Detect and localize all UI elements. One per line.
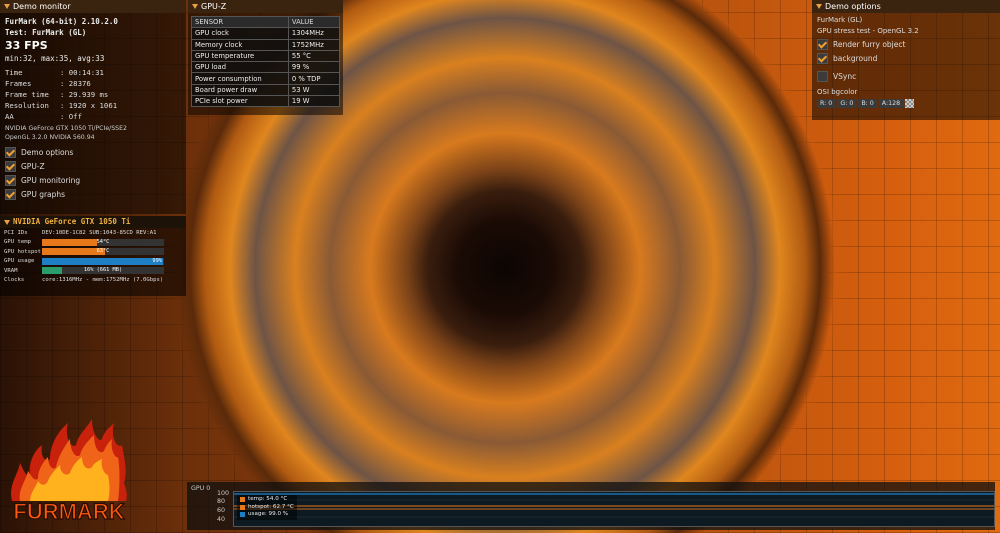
graph-label: GPU 0 — [191, 485, 211, 492]
legend-swatch — [240, 497, 245, 503]
checkmark-icon[interactable] — [5, 160, 16, 172]
checkmark-icon[interactable] — [5, 188, 16, 200]
options-description: GPU stress test - OpenGL 3.2 — [817, 27, 919, 35]
table-row: GPU temperature 55 °C — [191, 49, 341, 63]
legend-item: hotspot: 62.7 °C — [240, 504, 294, 512]
gpu-graphs-checkbox[interactable]: GPU graphs — [5, 187, 181, 201]
demo-options-title[interactable]: Demo options — [812, 0, 1000, 13]
furmark-logo: FURMARK — [6, 405, 132, 529]
gpu-usage-row: GPU usage 99% — [4, 257, 164, 265]
vsync-checkbox[interactable]: VSync — [817, 69, 995, 83]
color-swatch-icon[interactable] — [905, 99, 915, 108]
stat-row: AA: Off — [5, 112, 82, 121]
bgcolor-label: OSI bgcolor — [817, 88, 858, 96]
gpu-hotspot-row: GPU hotspot 63°C — [0, 247, 186, 257]
table-row: GPU clock 1304MHz — [191, 27, 341, 40]
checkmark-icon[interactable] — [817, 52, 828, 64]
graph-legend: temp: 54.0 °C hotspot: 62.7 °C usage: 99… — [237, 495, 297, 520]
table-row: Board power draw 53 W — [191, 83, 341, 97]
vram-bar: 16% (661 MB) — [42, 267, 164, 275]
y-tick-label: 40 — [217, 516, 226, 523]
gpu-z-title[interactable]: GPU-Z — [188, 0, 343, 13]
checkmark-icon[interactable] — [5, 146, 16, 158]
gpu-z-table: SENSOR VALUE GPU clock 1304MHz Memory cloc… — [191, 15, 341, 108]
app-version: FurMark (64-bit) 2.10.2.0 — [5, 17, 118, 26]
bgcolor-g-input[interactable]: G: 0 — [837, 99, 857, 108]
gpu-graph-panel: GPU 0 100 80 60 40 temp: 54.0 °C hotspot… — [187, 482, 995, 530]
legend-swatch — [240, 512, 245, 518]
gpu-monitoring-panel: NVIDIA GeForce GTX 1050 Ti PCI IDs DEV:10… — [0, 216, 186, 296]
background-checkbox[interactable]: background — [817, 51, 995, 65]
pci-row: PCI IDs DEV:10DE-1C82 SUB:1043-85CD REV:A… — [4, 229, 157, 236]
table-header: SENSOR VALUE — [191, 15, 341, 29]
gpu-renderer: NVIDIA GeForce GTX 1050 Ti/PCIe/SSE2 — [5, 125, 127, 132]
logo-text: FURMARK — [13, 499, 124, 524]
legend-item: usage: 99.0 % — [240, 511, 294, 519]
gpu-title[interactable]: NVIDIA GeForce GTX 1050 Ti — [0, 216, 186, 228]
table-row: Power consumption 0 % TDP — [191, 72, 341, 85]
checkbox-empty-icon[interactable] — [817, 70, 828, 82]
fps-minmax: min:32, max:35, avg:33 — [5, 54, 105, 63]
render-furry-checkbox[interactable]: Render furry object — [817, 37, 995, 51]
bgcolor-a-input[interactable]: A:128 — [878, 99, 904, 108]
graph-plot-area — [233, 491, 995, 527]
stat-row: Frame time: 29.939 ms — [5, 90, 109, 99]
fps-value: 33 FPS — [5, 39, 48, 52]
gpu-temp-row: GPU temp 54°C — [0, 238, 186, 248]
bgcolor-b-input[interactable]: B: 0 — [858, 99, 877, 108]
table-row: GPU load 99 % — [191, 61, 341, 74]
table-row: Memory clock 1752MHz — [191, 38, 341, 51]
stat-row: Resolution: 1920 x 1061 — [5, 101, 118, 110]
bgcolor-row: R: 0 G: 0 B: 0 A:128 — [817, 99, 995, 108]
vram-row: VRAM 16% (661 MB) — [0, 266, 186, 276]
y-tick-label: 60 — [217, 507, 226, 514]
gpu-monitoring-checkbox[interactable]: GPU monitoring — [5, 173, 181, 187]
gpu-z-panel: GPU-Z SENSOR VALUE GPU clock 1304MHz Memor… — [188, 0, 343, 115]
y-tick-label: 100 — [217, 490, 230, 497]
checkmark-icon[interactable] — [5, 174, 16, 186]
test-name: Test: FurMark (GL) — [5, 28, 87, 37]
gpu-hotspot-bar: 63°C — [42, 248, 164, 256]
demo-monitor-panel: Demo monitor FurMark (64-bit) 2.10.2.0 T… — [0, 0, 186, 214]
stat-row: Time: 00:14:31 — [5, 68, 104, 77]
checkmark-icon[interactable] — [817, 38, 828, 50]
demo-options-checkbox[interactable]: Demo options — [5, 145, 181, 159]
gpu-temp-bar: 54°C — [42, 238, 164, 246]
options-api: FurMark (GL) — [817, 16, 863, 24]
legend-item: temp: 54.0 °C — [240, 496, 294, 504]
demo-monitor-title[interactable]: Demo monitor — [0, 0, 186, 13]
legend-swatch — [240, 504, 245, 510]
gpu-z-checkbox[interactable]: GPU-Z — [5, 159, 181, 173]
gpu-usage-bar: 99% — [42, 257, 164, 265]
table-row: PCIe slot power 19 W — [191, 95, 341, 108]
gl-version: OpenGL 3.2.0 NVIDIA 560.94 — [5, 133, 95, 141]
clocks-row: Clocks core:1316MHz - mem:1752MHz (7.0Gbp… — [4, 277, 164, 284]
demo-options-panel: Demo options FurMark (GL) GPU stress tes… — [812, 0, 1000, 120]
stat-row: Frames: 28376 — [5, 79, 91, 88]
y-tick-label: 80 — [217, 498, 226, 505]
bgcolor-r-input[interactable]: R: 0 — [817, 99, 836, 108]
